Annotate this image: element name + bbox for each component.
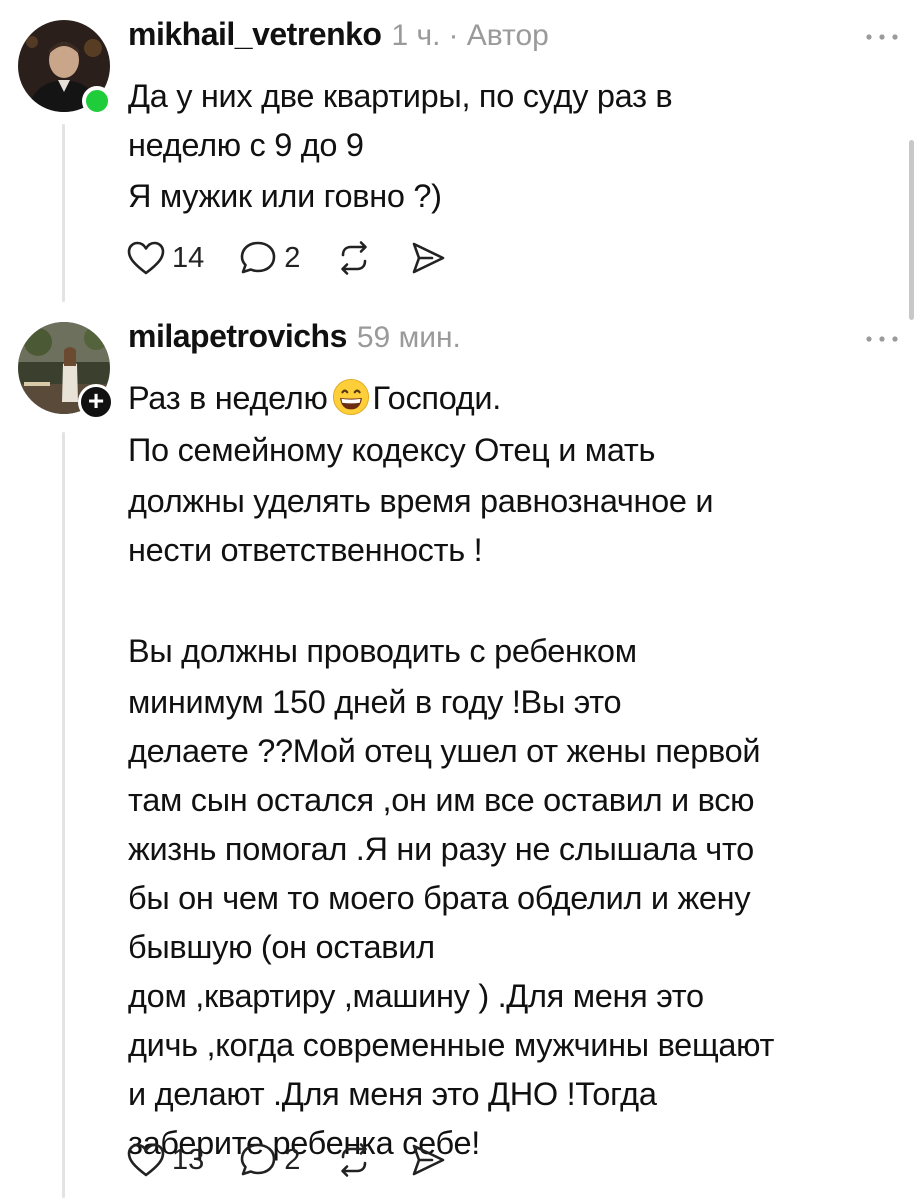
post-text-fragment: Раз в неделю <box>128 380 328 416</box>
like-button[interactable]: 14 <box>126 240 204 276</box>
post-actions: 13 2 <box>126 1140 482 1180</box>
repost-icon <box>341 241 368 275</box>
post-time: 59 мин. <box>356 321 461 354</box>
author-tag: · Автор <box>448 19 549 52</box>
post-text-line: должны уделять время равнозначное и <box>128 483 714 519</box>
username[interactable]: milapetrovichs <box>128 318 347 355</box>
send-icon <box>413 242 445 274</box>
follow-button[interactable]: + <box>78 384 114 420</box>
post-text-line: Вы должны проводить с ребенком <box>128 633 637 669</box>
post-body: Да у них две квартиры, по суду раз в нед… <box>128 72 908 221</box>
post-body: Раз в неделю Господи. По семейному кодек… <box>128 374 908 1168</box>
online-status-indicator <box>82 86 112 116</box>
repost-button[interactable] <box>334 239 374 277</box>
post-time: 1 ч. <box>391 19 441 52</box>
reply-button[interactable]: 2 <box>238 239 300 277</box>
grinning-face-emoji <box>332 378 369 416</box>
more-dots-icon[interactable] <box>862 332 902 346</box>
post-text-line: минимум 150 дней в году !Вы это <box>128 684 622 720</box>
post-text-line: бы он чем то моего брата обделил и жену <box>128 880 751 916</box>
like-count: 14 <box>172 241 205 274</box>
username[interactable]: mikhail_vetrenko <box>128 16 382 53</box>
post-text-fragment: Господи. <box>372 380 502 416</box>
post-header: mikhail_vetrenko 1 ч. · Автор <box>128 16 549 60</box>
post-text-line: жизнь помогал .Я ни разу не слышала что <box>128 831 754 867</box>
reply-count: 2 <box>284 1143 301 1176</box>
heart-icon <box>127 1143 165 1177</box>
post-text-line: бывшую (он оставил <box>128 929 435 965</box>
send-icon <box>413 1144 445 1176</box>
post-text-line: Я мужик или говно ?) <box>128 178 442 214</box>
reply-button[interactable]: 2 <box>238 1141 300 1179</box>
post-text-line: неделю с 9 до 9 <box>128 127 364 163</box>
like-count: 13 <box>172 1143 205 1176</box>
post-text-line: Раз в неделю Господи. <box>128 374 908 423</box>
post-header: milapetrovichs 59 мин. <box>128 318 461 362</box>
post-text-line: там сын остался ,он им все оставил и всю <box>128 782 755 818</box>
post-text-line: и делают .Для меня это ДНО !Тогда <box>128 1076 657 1112</box>
scrollbar[interactable] <box>909 140 914 320</box>
post-text-line: Да у них две квартиры, по суду раз в <box>128 78 673 114</box>
comment-bubble-icon <box>240 241 276 274</box>
share-button[interactable] <box>408 1141 448 1179</box>
reply-count: 2 <box>284 241 301 274</box>
post-text-line: По семейному кодексу Отец и мать <box>128 432 656 468</box>
thread-line <box>62 124 65 302</box>
post-text-line: дичь ,когда современные мужчины вещают <box>128 1027 775 1063</box>
like-button[interactable]: 13 <box>126 1142 204 1178</box>
repost-icon <box>341 1143 368 1177</box>
post-text-line: дом ,квартиру ,машину ) .Для меня это <box>128 978 704 1014</box>
more-dots-icon[interactable] <box>862 30 902 44</box>
comment-bubble-icon <box>240 1143 276 1176</box>
repost-button[interactable] <box>334 1141 374 1179</box>
thread-line <box>62 432 65 1198</box>
share-button[interactable] <box>408 239 448 277</box>
post-text-line: нести ответственность ! <box>128 532 483 568</box>
post-actions: 14 2 <box>126 238 482 278</box>
post-text-line: делаете ??Мой отец ушел от жены первой <box>128 733 761 769</box>
heart-icon <box>127 241 165 275</box>
